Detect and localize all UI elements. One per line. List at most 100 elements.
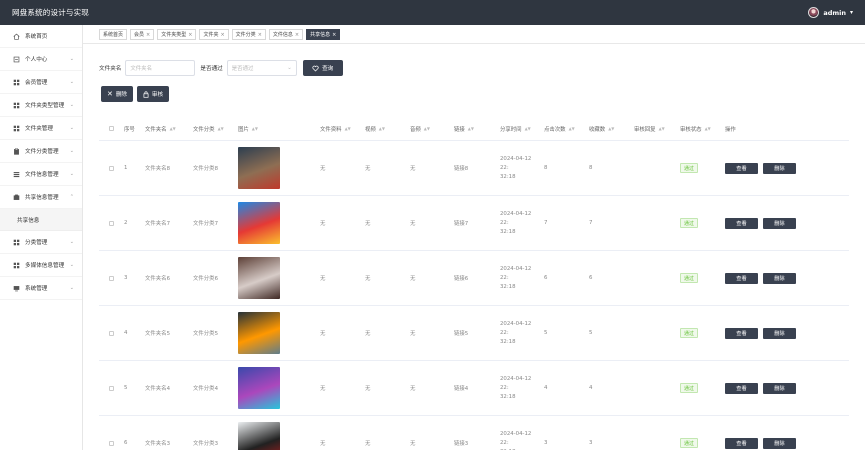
sidebar-item-file-info[interactable]: 文件信息管理 ⌄ [0,163,82,186]
sort-icon[interactable]: ▲▼ [608,126,614,131]
sort-icon[interactable]: ▲▼ [345,126,351,131]
view-button[interactable]: 查看 [725,327,758,339]
checkbox[interactable] [109,126,114,131]
sort-icon[interactable]: ▲▼ [659,126,665,131]
row-checkbox[interactable] [109,275,114,281]
view-button[interactable]: 查看 [725,162,758,174]
poster-image[interactable] [238,147,280,189]
tab-0[interactable]: 系统首页 [99,29,128,40]
tab-4[interactable]: 文件分类 × [231,29,266,40]
user-menu[interactable]: admin ▾ [808,7,853,18]
close-icon[interactable]: × [188,32,192,38]
sort-icon[interactable]: ▲▼ [252,126,258,131]
link: 链接8 [454,166,469,172]
table-row[interactable]: 3 文件夹名6 文件分类6 无 无 无 链接6 2024-04-12 22: 32:18 6 6 通过… [99,251,849,306]
table-row[interactable]: 6 文件夹名3 文件分类3 无 无 无 链接3 2024-04-12 22:32:18 3 3 通过… [99,416,849,450]
home-icon [12,32,20,40]
sort-icon[interactable]: ▲▼ [705,126,711,131]
delete-button[interactable]: 删除 [763,162,796,174]
column-header[interactable]: 文件夹名 ▲▼ [142,125,190,133]
row-checkbox[interactable] [109,220,114,226]
tab-5[interactable]: 文件信息 × [268,29,304,40]
row-number: 4 [124,330,128,336]
view-button[interactable]: 查看 [725,437,758,449]
column-header[interactable]: 文件资料 ▲▼ [317,125,362,133]
table-row[interactable]: 2 文件夹名7 文件分类7 无 无 无 链接7 2024-04-12 22: 32:18 7 7 通过… [99,196,849,251]
submenu-item-share-info[interactable]: 共享信息 [0,209,82,231]
delete-button[interactable]: 删除 [763,382,796,394]
delete-button[interactable]: 删除 [763,437,796,449]
close-icon[interactable]: × [258,32,262,38]
sort-icon[interactable]: ▲▼ [379,126,385,131]
close-icon[interactable]: × [332,32,336,38]
column-header[interactable]: 链接 ▲▼ [451,125,497,133]
review-button[interactable]: 审核 [137,86,169,102]
tab-label: 系统首页 [103,32,124,38]
table-row[interactable]: 4 文件夹名5 文件分类5 无 无 无 链接5 2024-04-12 22: 32:18 5 5 通过… [99,306,849,361]
sort-icon[interactable]: ▲▼ [170,126,176,131]
caret-down-icon[interactable]: ▾ [850,9,853,16]
close-icon[interactable]: × [146,32,150,38]
sidebar-item-home[interactable]: 系统首页 [0,25,82,48]
view-button[interactable]: 查看 [725,272,758,284]
folder-name: 文件夹名3 [145,441,170,447]
column-header[interactable]: 收藏数 ▲▼ [586,125,631,133]
table-row[interactable]: 5 文件夹名4 文件分类4 无 无 无 链接4 2024-04-12 22: 32:18 4 4 通过… [99,361,849,416]
sort-icon[interactable]: ▲▼ [468,126,474,131]
sort-icon[interactable]: ▲▼ [218,126,224,131]
avatar[interactable] [808,7,820,18]
sort-icon[interactable]: ▲▼ [525,126,531,131]
sort-icon[interactable]: ▲▼ [424,126,430,131]
column-header[interactable]: 审核回复 ▲▼ [631,125,677,133]
approve-select[interactable]: 是否通过 ⌄ [226,60,297,76]
close-icon[interactable]: × [220,32,224,38]
sidebar-item-file-category[interactable]: 文件分类管理 ⌄ [0,140,82,163]
tab-6[interactable]: 共享信息 × [306,29,341,40]
column-header[interactable]: 操作 [722,125,802,133]
close-icon[interactable]: × [295,32,299,38]
column-header[interactable]: 分享时间 ▲▼ [497,125,541,133]
row-checkbox[interactable] [109,385,114,391]
tab-3[interactable]: 文件夹 × [199,29,229,40]
delete-button[interactable]: 删除 [763,327,796,339]
sidebar-item-member[interactable]: 会员管理 ⌄ [0,71,82,94]
sidebar-item-media-info[interactable]: 多媒体信息管理 ⌄ [0,254,82,277]
tab-1[interactable]: 会员 × [130,29,155,40]
select-all-checkbox[interactable] [99,126,121,131]
column-header[interactable]: 文件分类 ▲▼ [190,125,235,133]
sidebar-item-category[interactable]: 分类管理 ⌄ [0,231,82,254]
poster-image[interactable] [238,367,280,409]
search-button[interactable]: 查询 [302,60,343,76]
poster-image[interactable] [238,312,280,354]
row-checkbox[interactable] [109,330,114,336]
table-row[interactable]: 1 文件夹名8 文件分类8 无 无 无 链接8 2024-04-12 22: 32:18 8 8 通过… [99,141,849,196]
sidebar-item-profile[interactable]: 个人中心 ⌄ [0,48,82,71]
sidebar-item-folder[interactable]: 文件夹管理 ⌄ [0,117,82,140]
sidebar-item-share-info[interactable]: 共享信息管理 ⌃ [0,186,82,209]
row-checkbox[interactable] [109,440,114,446]
video: 无 [365,441,371,447]
tab-2[interactable]: 文件夹类型 × [157,29,197,40]
poster-image[interactable] [238,257,280,299]
column-header[interactable]: 点击次数 ▲▼ [541,125,586,133]
column-header[interactable]: 审核状态 ▲▼ [677,125,722,133]
poster-image[interactable] [238,422,280,450]
row-number: 1 [124,165,128,171]
delete-button[interactable]: 删除 [763,217,796,229]
poster-image[interactable] [238,202,280,244]
sidebar-item-folder-type[interactable]: 文件夹类型管理 ⌄ [0,94,82,117]
view-button[interactable]: 查看 [725,382,758,394]
delete-button[interactable]: 删除 [763,272,796,284]
username[interactable]: admin [823,9,846,17]
column-header[interactable]: 图片 ▲▼ [235,125,317,133]
column-header[interactable]: 音频 ▲▼ [407,125,451,133]
sidebar-item-system[interactable]: 系统管理 ⌄ [0,277,82,300]
row-checkbox[interactable] [109,165,114,171]
batch-delete-button[interactable]: ✕ 删除 [101,86,133,102]
column-header[interactable]: 视频 ▲▼ [362,125,407,133]
folder-name-input[interactable]: 文件夹名 [125,60,196,76]
sort-icon[interactable]: ▲▼ [569,126,575,131]
column-header-label: 链接 [454,126,465,133]
column-header[interactable]: 序号 [121,125,142,133]
view-button[interactable]: 查看 [725,217,758,229]
